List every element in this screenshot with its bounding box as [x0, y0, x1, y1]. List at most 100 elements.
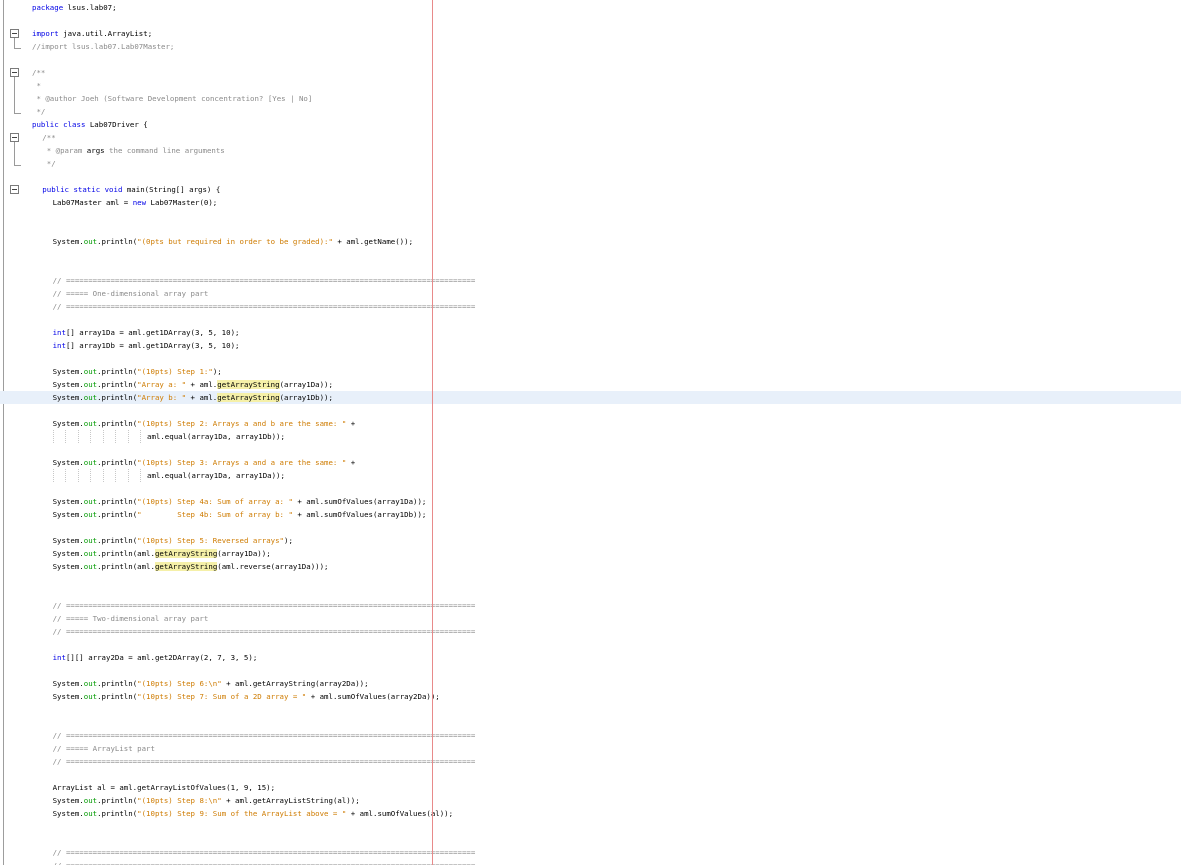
code-line[interactable]: System.out.println("(10pts) Step 2: Arra… — [0, 417, 1181, 430]
code-token: System. — [52, 679, 84, 688]
code-line[interactable]: //import lsus.lab07.Lab07Master; — [0, 40, 1181, 53]
code-token: main(String[] args) { — [122, 185, 221, 194]
code-token: + — [346, 419, 356, 428]
code-line[interactable] — [0, 352, 1181, 365]
code-line[interactable] — [0, 703, 1181, 716]
code-line[interactable]: * @author Joeh (Software Development con… — [0, 92, 1181, 105]
code-line[interactable]: * — [0, 79, 1181, 92]
code-editor[interactable]: package lsus.lab07; import java.util.Arra… — [0, 0, 1181, 865]
code-token: * @author Joeh (Software Development con… — [32, 94, 313, 103]
code-line[interactable]: System.out.println("Array a: " + aml.get… — [0, 378, 1181, 391]
code-token: System. — [52, 562, 84, 571]
code-line[interactable]: System.out.println("(10pts) Step 9: Sum … — [0, 807, 1181, 820]
code-token: (array1Db)); — [279, 393, 333, 402]
code-line[interactable]: // ===== Two-dimensional array part — [0, 612, 1181, 625]
fold-collapse-icon[interactable] — [10, 185, 19, 194]
code-line[interactable]: // =====================================… — [0, 755, 1181, 768]
code-line[interactable]: // ===== ArrayList part — [0, 742, 1181, 755]
fold-collapse-icon[interactable] — [10, 68, 19, 77]
code-token: int — [52, 341, 66, 350]
code-line[interactable] — [0, 209, 1181, 222]
code-line[interactable] — [0, 248, 1181, 261]
code-token: the command line arguments — [104, 146, 225, 155]
code-token: "Array a: " — [137, 380, 187, 389]
code-line[interactable]: System.out.println("(10pts) Step 5: Reve… — [0, 534, 1181, 547]
code-line[interactable] — [0, 716, 1181, 729]
code-token: (array1Da)); — [279, 380, 333, 389]
code-line[interactable]: // =====================================… — [0, 846, 1181, 859]
indent-guide — [115, 469, 117, 482]
code-line[interactable]: System.out.println(" Step 4b: Sum of arr… — [0, 508, 1181, 521]
code-line[interactable] — [0, 404, 1181, 417]
code-line[interactable] — [0, 820, 1181, 833]
code-line[interactable]: // =====================================… — [0, 300, 1181, 313]
code-line[interactable] — [0, 521, 1181, 534]
code-line[interactable]: System.out.println("(10pts) Step 6:\n" +… — [0, 677, 1181, 690]
code-line[interactable]: System.out.println(aml.getArrayString(ar… — [0, 547, 1181, 560]
code-line[interactable]: System.out.println("(10pts) Step 8:\n" +… — [0, 794, 1181, 807]
code-line[interactable] — [0, 222, 1181, 235]
code-line[interactable] — [0, 443, 1181, 456]
code-line[interactable] — [0, 14, 1181, 27]
code-token: .println( — [97, 458, 138, 467]
code-line[interactable]: ArrayList al = aml.getArrayListOfValues(… — [0, 781, 1181, 794]
code-line[interactable]: */ — [0, 105, 1181, 118]
code-token: // =====================================… — [52, 757, 476, 766]
code-line[interactable]: System.out.println("Array b: " + aml.get… — [0, 391, 1181, 404]
code-line[interactable] — [0, 313, 1181, 326]
code-token: ); — [284, 536, 293, 545]
code-line[interactable] — [0, 768, 1181, 781]
code-text: public static void main(String[] args) { — [42, 183, 220, 196]
highlighted-occurrence: getArrayString — [154, 549, 218, 558]
code-line[interactable] — [0, 170, 1181, 183]
code-line[interactable] — [0, 573, 1181, 586]
code-line[interactable] — [0, 638, 1181, 651]
code-line[interactable]: System.out.println("(10pts) Step 3: Arra… — [0, 456, 1181, 469]
code-line[interactable]: aml.equal(array1Da, array1Db)); — [0, 430, 1181, 443]
code-token: out — [83, 796, 98, 805]
code-line[interactable]: Lab07Master aml = new Lab07Master(0); — [0, 196, 1181, 209]
code-line[interactable]: aml.equal(array1Da, array1Da)); — [0, 469, 1181, 482]
fold-collapse-icon[interactable] — [10, 133, 19, 142]
code-text: System.out.println("(10pts) Step 2: Arra… — [53, 417, 356, 430]
code-token: lsus.lab07; — [63, 3, 117, 12]
code-line[interactable] — [0, 261, 1181, 274]
code-line[interactable] — [0, 586, 1181, 599]
code-line[interactable]: System.out.println("(0pts but required i… — [0, 235, 1181, 248]
code-line[interactable] — [0, 664, 1181, 677]
code-line[interactable] — [0, 833, 1181, 846]
code-line[interactable] — [0, 53, 1181, 66]
code-line[interactable]: // =====================================… — [0, 625, 1181, 638]
code-line[interactable]: // =====================================… — [0, 859, 1181, 865]
code-line[interactable]: // =====================================… — [0, 729, 1181, 742]
code-line[interactable]: // =====================================… — [0, 599, 1181, 612]
code-line[interactable] — [0, 482, 1181, 495]
code-line[interactable]: System.out.println("(10pts) Step 4a: Sum… — [0, 495, 1181, 508]
code-line[interactable]: public class Lab07Driver { — [0, 118, 1181, 131]
code-token: Lab07Driver { — [85, 120, 148, 129]
code-line[interactable]: */ — [0, 157, 1181, 170]
code-line[interactable]: System.out.println(aml.getArrayString(am… — [0, 560, 1181, 573]
code-line[interactable]: System.out.println("(10pts) Step 7: Sum … — [0, 690, 1181, 703]
code-line[interactable]: /** — [0, 131, 1181, 144]
code-line[interactable]: package lsus.lab07; — [0, 1, 1181, 14]
fold-collapse-icon[interactable] — [10, 29, 19, 38]
code-line[interactable]: int[] array1Db = aml.get1DArray(3, 5, 10… — [0, 339, 1181, 352]
code-text: System.out.println(" Step 4b: Sum of arr… — [53, 508, 427, 521]
indent-guide — [127, 469, 129, 482]
code-token: out — [83, 692, 98, 701]
code-line[interactable]: int[] array1Da = aml.get1DArray(3, 5, 10… — [0, 326, 1181, 339]
code-line[interactable]: import java.util.ArrayList; — [0, 27, 1181, 40]
code-text: System.out.println("(10pts) Step 7: Sum … — [53, 690, 440, 703]
code-token: out — [83, 510, 98, 519]
code-line[interactable]: System.out.println("(10pts) Step 1:"); — [0, 365, 1181, 378]
code-line[interactable]: // =====================================… — [0, 274, 1181, 287]
code-line[interactable]: // ===== One-dimensional array part — [0, 287, 1181, 300]
code-token: "(10pts) Step 7: Sum of a 2D array = " — [137, 692, 307, 701]
code-token: (array1Da)); — [217, 549, 271, 558]
code-token: "(0pts but required in order to be grade… — [137, 237, 333, 246]
code-line[interactable]: public static void main(String[] args) { — [0, 183, 1181, 196]
code-line[interactable]: /** — [0, 66, 1181, 79]
code-line[interactable]: * @param args the command line arguments — [0, 144, 1181, 157]
code-line[interactable]: int[][] array2Da = aml.get2DArray(2, 7, … — [0, 651, 1181, 664]
